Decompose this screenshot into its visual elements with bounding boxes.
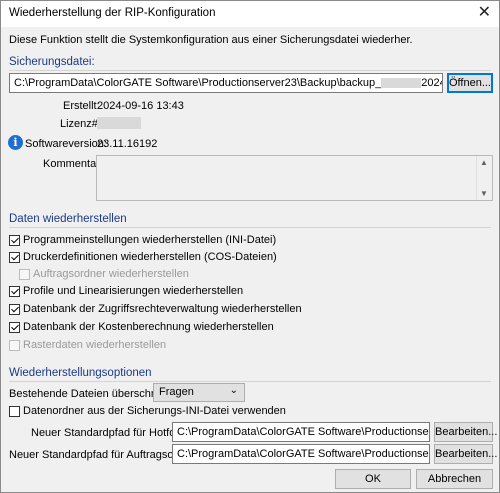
label-cost-db: Datenbank der Kostenberechnung wiederher… (23, 321, 274, 333)
label-raster-data: Rasterdaten wiederherstellen (23, 339, 167, 351)
jobfolder-path-value: C:\ProgramData\ColorGATE Software\Produc… (177, 448, 429, 460)
window-title: Wiederherstellung der RIP-Konfiguration (9, 7, 216, 19)
license-redacted (97, 117, 141, 129)
hotfolder-path-value: C:\ProgramData\ColorGATE Software\Produc… (177, 426, 429, 438)
chevron-down-icon: ⌄ (229, 385, 238, 396)
section-backup-file: Sicherungsdatei: (9, 56, 95, 68)
scroll-up-icon[interactable]: ▲ (480, 158, 488, 167)
hotfolder-path-field[interactable]: C:\ProgramData\ColorGATE Software\Produc… (172, 422, 430, 442)
backup-path-field[interactable]: C:\ProgramData\ColorGATE Software\Produc… (9, 73, 443, 93)
checkbox-use-ini-folders[interactable] (9, 406, 20, 417)
comment-label: Kommentar: (43, 158, 103, 170)
software-version-label: Softwareversion: (25, 138, 107, 150)
created-label: Erstellt: (63, 100, 100, 112)
section-restore-data: Daten wiederherstellen (9, 213, 127, 225)
jobfolder-browse-button[interactable]: Bearbeiten... (434, 444, 497, 464)
restore-dialog: Wiederherstellung der RIP-Konfiguration … (0, 0, 500, 493)
divider (9, 381, 491, 382)
backup-path-suffix: 20240916_1343.zip (421, 77, 442, 89)
label-program-settings: Programmeinstellungen wiederherstellen (… (23, 234, 277, 246)
intro-text: Diese Funktion stellt die Systemkonfigur… (9, 34, 413, 46)
hotfolder-browse-button[interactable]: Bearbeiten... (434, 422, 497, 442)
comment-scrollbar[interactable]: ▲ ▼ (476, 156, 492, 200)
comment-field[interactable]: ▲ ▼ (96, 155, 493, 201)
checkbox-raster-data[interactable] (9, 340, 20, 351)
checkbox-job-folders[interactable] (19, 269, 30, 280)
overwrite-select[interactable]: Fragen ⌄ (153, 383, 245, 402)
backup-path-prefix: C:\ProgramData\ColorGATE Software\Produc… (14, 77, 382, 89)
label-profiles: Profile und Linearisierungen wiederherst… (23, 285, 244, 297)
divider (9, 70, 491, 71)
label-access-db: Datenbank der Zugriffsrechteverwaltung w… (23, 303, 302, 315)
info-icon: i (8, 135, 23, 150)
checkbox-printer-definitions[interactable] (9, 252, 20, 263)
ok-button[interactable]: OK (335, 469, 411, 489)
checkbox-access-db[interactable] (9, 304, 20, 315)
redacted-block (381, 78, 422, 89)
software-version-value: 23.11.16192 (97, 138, 158, 150)
title-bar: Wiederherstellung der RIP-Konfiguration … (1, 1, 499, 27)
label-use-ini-folders: Datenordner aus der Sicherungs-INI-Datei… (23, 405, 286, 417)
open-button[interactable]: Öffnen... (447, 73, 493, 93)
license-label: Lizenz#: (60, 118, 101, 130)
overwrite-selected: Fragen (159, 386, 194, 398)
checkbox-profiles[interactable] (9, 286, 20, 297)
close-icon[interactable]: ✕ (478, 4, 491, 22)
label-printer-definitions: Druckerdefinitionen wiederherstellen (CO… (23, 251, 277, 263)
divider (9, 227, 491, 228)
section-restore-options: Wiederherstellungsoptionen (9, 367, 152, 379)
checkbox-cost-db[interactable] (9, 322, 20, 333)
checkbox-program-settings[interactable] (9, 235, 20, 246)
label-job-folders: Auftragsordner wiederherstellen (33, 268, 189, 280)
jobfolder-path-field[interactable]: C:\ProgramData\ColorGATE Software\Produc… (172, 444, 430, 464)
created-value: 2024-09-16 13:43 (97, 100, 184, 112)
cancel-button[interactable]: Abbrechen (416, 469, 493, 489)
scroll-down-icon[interactable]: ▼ (480, 189, 488, 198)
